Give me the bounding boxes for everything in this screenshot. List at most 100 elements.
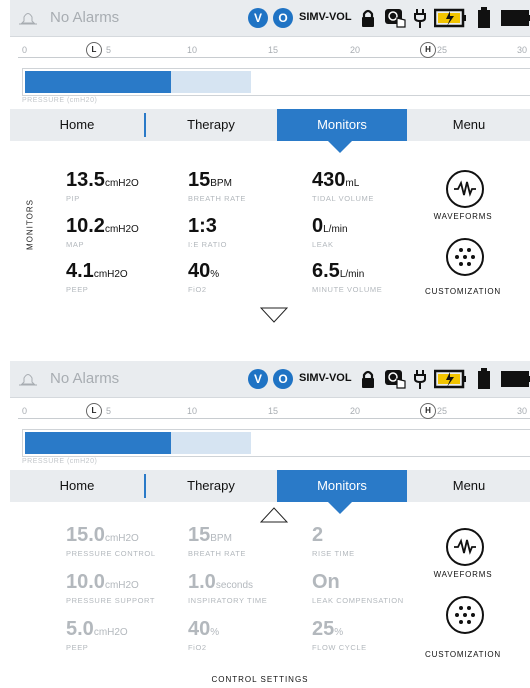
tab-therapy[interactable]: Therapy — [146, 109, 276, 141]
setting-rise-time[interactable]: 2 RISE TIME — [312, 524, 355, 558]
status-bar: No Alarms V O SIMV-VOL — [10, 361, 530, 398]
battery-full-icon — [501, 10, 530, 26]
high-limit-marker[interactable]: H — [420, 42, 436, 58]
monitor-unit: cmH2O — [104, 224, 139, 235]
battery-full-icon — [501, 371, 530, 387]
monitor-value: 40 — [188, 260, 211, 282]
monitor-map: 10.2cmH2O MAP — [66, 215, 139, 249]
waveform-icon — [454, 180, 476, 197]
tab-home[interactable]: Home — [10, 470, 144, 502]
expand-down-icon[interactable] — [260, 307, 288, 323]
tab-menu[interactable]: Menu — [408, 470, 530, 502]
ventilation-mode: SIMV-VOL — [299, 11, 352, 23]
bell-icon[interactable] — [18, 9, 38, 27]
low-limit-marker[interactable]: L — [86, 403, 102, 419]
setting-label: RISE TIME — [312, 549, 355, 558]
pressure-bar-fill — [25, 432, 171, 454]
setting-value: 40 — [188, 618, 211, 640]
tick-20: 20 — [350, 45, 361, 55]
alarm-status: No Alarms — [50, 370, 120, 387]
battery-icon — [478, 368, 490, 389]
setting-breath-rate[interactable]: 15BPM BREATH RATE — [188, 524, 246, 558]
setting-value: 15.0 — [66, 524, 105, 546]
tab-monitors[interactable]: Monitors — [277, 109, 407, 141]
tick-15: 15 — [268, 45, 279, 55]
setting-value: 5.0 — [66, 618, 94, 640]
setting-value: 1.0 — [188, 571, 216, 593]
waveforms-label: WAVEFORMS — [433, 212, 493, 221]
control-settings-screen: No Alarms V O SIMV-VOL 0 5 10 15 20 25 3… — [10, 361, 530, 688]
monitor-value: 4.1 — [66, 260, 94, 282]
tick-10: 10 — [187, 45, 198, 55]
collapse-up-icon[interactable] — [260, 507, 288, 523]
tab-menu[interactable]: Menu — [408, 109, 530, 141]
ventilation-mode: SIMV-VOL — [299, 372, 352, 384]
setting-unit: seconds — [215, 580, 254, 591]
pressure-bar-fill — [25, 71, 171, 93]
tab-monitors[interactable]: Monitors — [277, 470, 407, 502]
touch-icon[interactable] — [383, 367, 407, 391]
tick-25: 25 — [437, 406, 448, 416]
main-nav: Home Therapy Monitors Menu — [10, 470, 530, 502]
low-limit-marker[interactable]: L — [86, 42, 102, 58]
monitor-value: 0 — [312, 215, 324, 237]
monitor-value: 10.2 — [66, 215, 105, 237]
customization-label: CUSTOMIZATION — [425, 287, 501, 296]
setting-pressure-control[interactable]: 15.0cmH2O PRESSURE CONTROL — [66, 524, 156, 558]
pressure-scale: 0 5 10 15 20 25 30 L H — [10, 37, 530, 65]
touch-icon[interactable] — [383, 6, 407, 30]
tick-0: 0 — [22, 406, 28, 416]
setting-label: PRESSURE SUPPORT — [66, 596, 156, 605]
monitor-label: TIDAL VOLUME — [312, 194, 374, 203]
setting-unit: % — [210, 627, 220, 638]
setting-fio2[interactable]: 40% FiO2 — [188, 618, 219, 652]
waveforms-label: WAVEFORMS — [433, 570, 493, 579]
tick-5: 5 — [106, 45, 112, 55]
lock-icon[interactable] — [356, 6, 380, 30]
setting-label: FiO2 — [188, 643, 207, 652]
monitor-minute-volume: 6.5L/min MINUTE VOLUME — [312, 260, 382, 294]
setting-value: 25 — [312, 618, 335, 640]
monitor-tidal-volume: 430mL TIDAL VOLUME — [312, 169, 374, 203]
setting-label: FLOW CYCLE — [312, 643, 367, 652]
monitors-side-label: MONITORS — [25, 199, 35, 250]
tick-15: 15 — [268, 406, 279, 416]
setting-inspiratory-time[interactable]: 1.0seconds INSPIRATORY TIME — [188, 571, 267, 605]
waveforms-button[interactable] — [446, 170, 484, 208]
monitor-value: 6.5 — [312, 260, 340, 282]
monitor-unit: BPM — [210, 178, 232, 189]
lock-icon[interactable] — [356, 367, 380, 391]
pressure-bar-label: PRESSURE (cmH20) — [22, 458, 98, 465]
tick-30: 30 — [517, 45, 528, 55]
active-tab-pointer — [328, 141, 352, 153]
waveforms-button[interactable] — [446, 528, 484, 566]
control-settings-title: CONTROL SETTINGS — [211, 675, 309, 684]
high-limit-marker[interactable]: H — [420, 403, 436, 419]
setting-pressure-support[interactable]: 10.0cmH2O PRESSURE SUPPORT — [66, 571, 155, 605]
setting-flow-cycle[interactable]: 25% FLOW CYCLE — [312, 618, 367, 652]
setting-leak-compensation[interactable]: On LEAK COMPENSATION — [312, 571, 404, 605]
pressure-bar — [22, 429, 530, 457]
monitor-value: 15 — [188, 169, 211, 191]
pressure-scale: 0 5 10 15 20 25 30 L H — [10, 398, 530, 426]
tick-10: 10 — [187, 406, 198, 416]
monitor-unit: L/min — [323, 224, 348, 235]
customization-button[interactable] — [446, 238, 484, 276]
setting-peep[interactable]: 5.0cmH2O PEEP — [66, 618, 128, 652]
alarm-status: No Alarms — [50, 9, 120, 26]
pressure-bar-label: PRESSURE (cmH20) — [22, 97, 98, 104]
tab-therapy[interactable]: Therapy — [146, 470, 276, 502]
bell-icon[interactable] — [18, 370, 38, 388]
monitor-pip: 13.5cmH2O PIP — [66, 169, 139, 203]
waveform-icon — [454, 538, 476, 555]
volume-mode-badge: V — [248, 8, 268, 28]
tab-home[interactable]: Home — [10, 109, 144, 141]
monitor-label: MAP — [66, 240, 85, 249]
monitor-label: FiO2 — [188, 285, 207, 294]
oxygen-badge: O — [273, 369, 293, 389]
monitor-unit: L/min — [339, 269, 365, 280]
active-tab-pointer — [328, 502, 352, 514]
monitor-value: 430 — [312, 169, 346, 191]
customization-button[interactable] — [446, 596, 484, 634]
tick-20: 20 — [350, 406, 361, 416]
